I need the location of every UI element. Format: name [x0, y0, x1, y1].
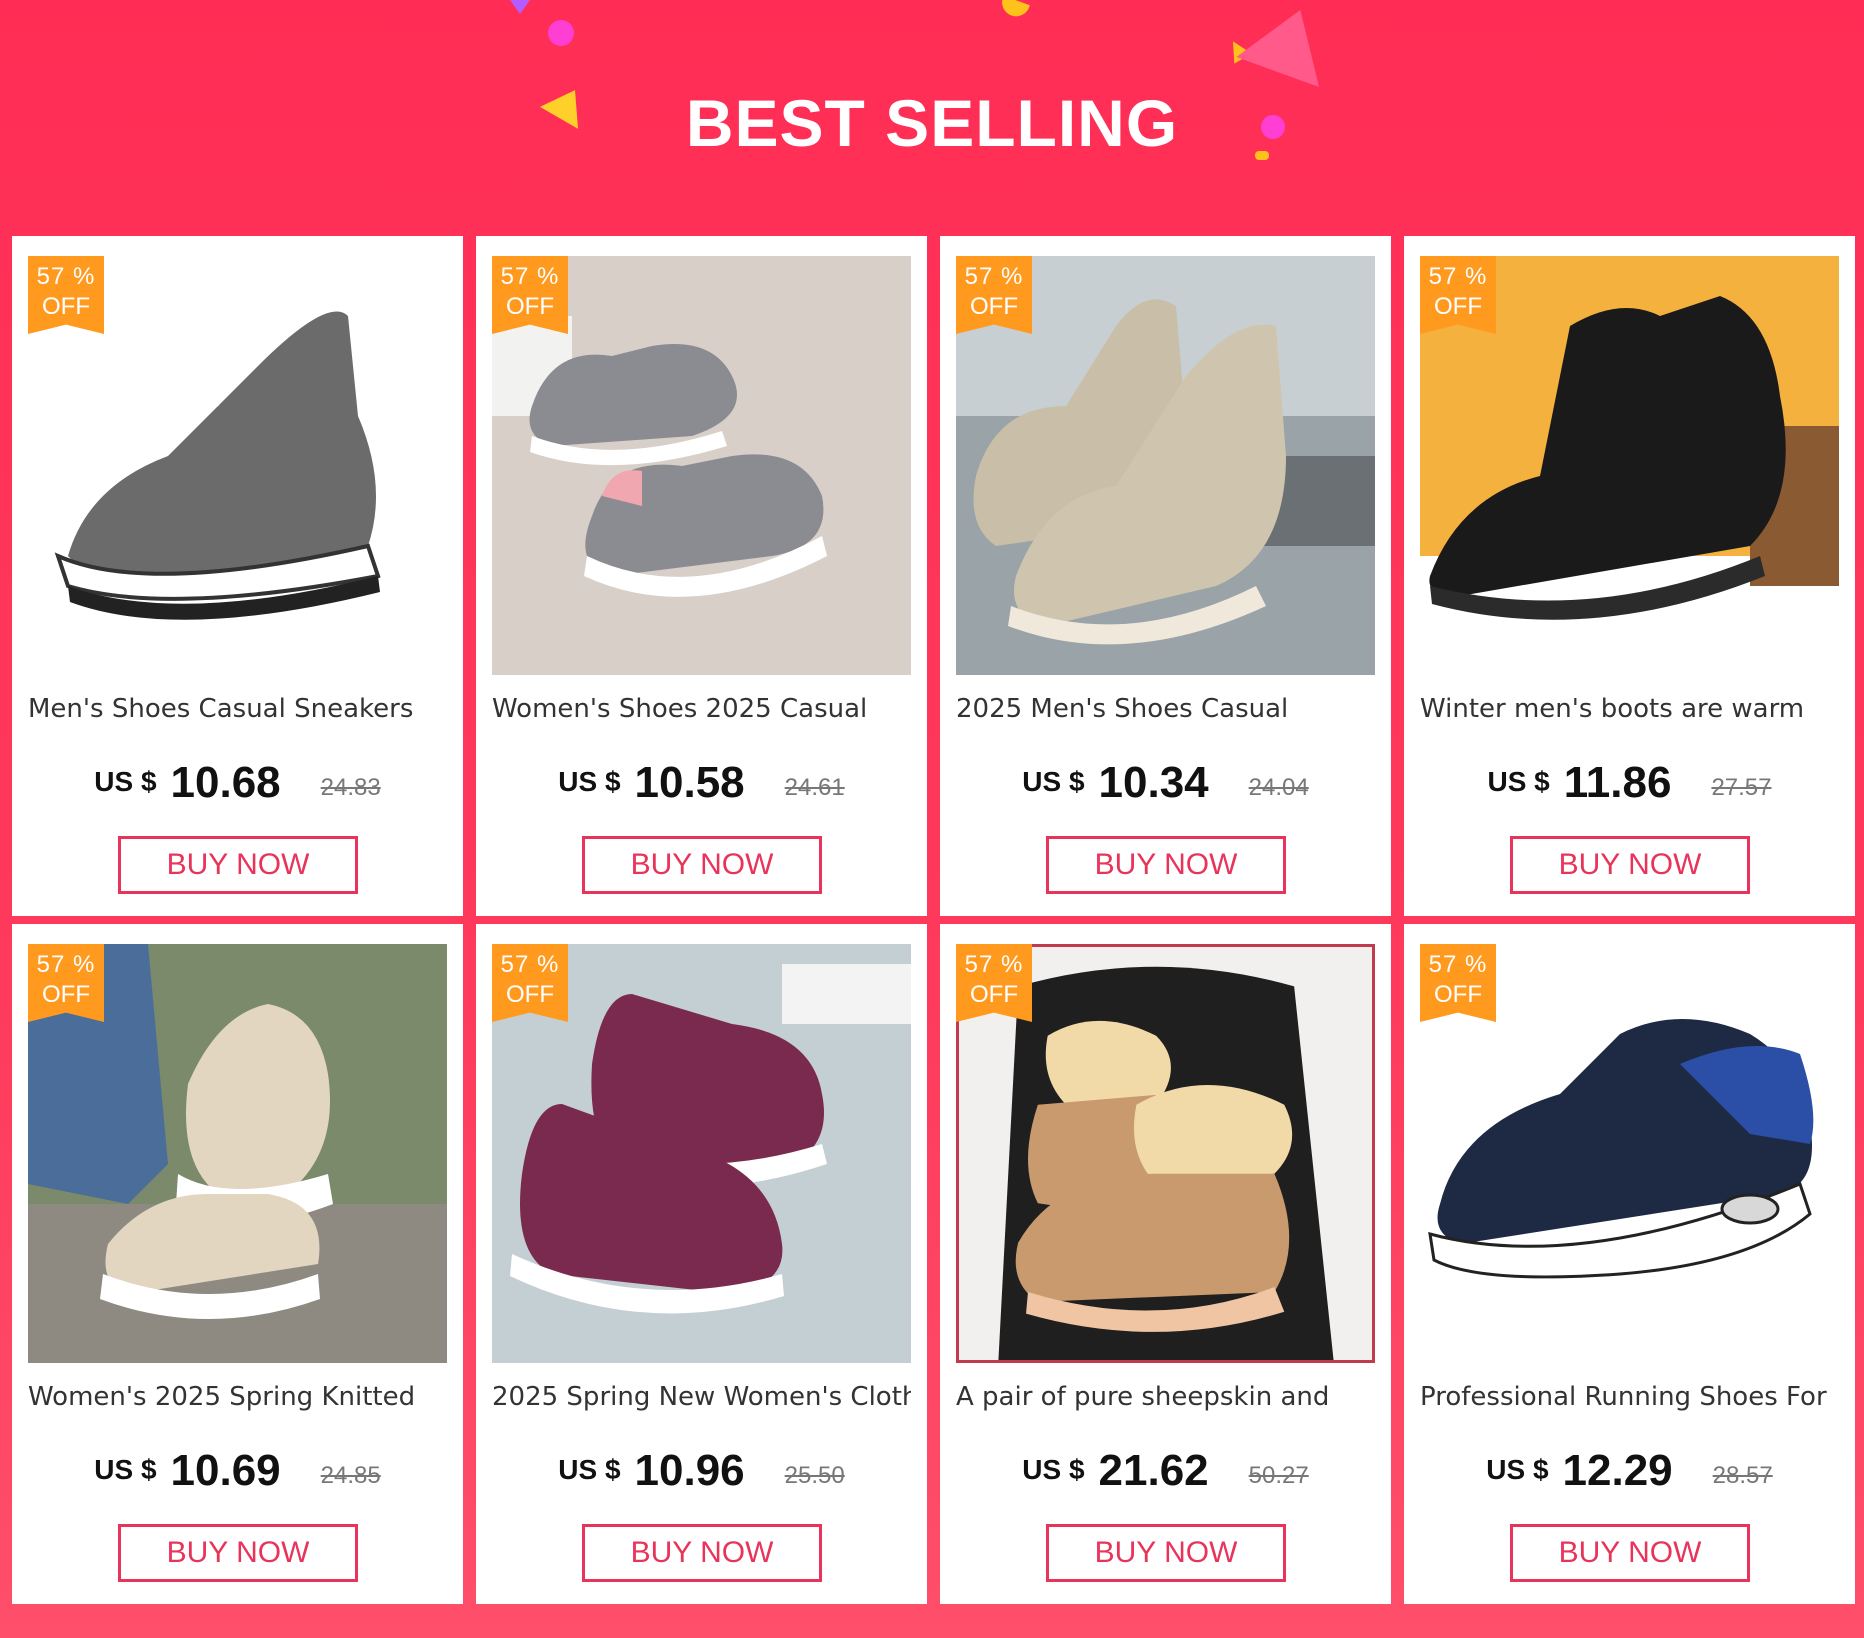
- page-title: BEST SELLING: [685, 86, 1179, 160]
- product-name[interactable]: Men's Shoes Casual Sneakers: [28, 694, 447, 724]
- currency-label: US $: [1022, 766, 1085, 797]
- original-price: 50.27: [1248, 1462, 1309, 1489]
- discount-badge: 57 % OFF: [492, 256, 568, 334]
- discount-badge: 57 % OFF: [492, 944, 568, 1022]
- original-price: 24.83: [320, 774, 381, 801]
- price-row: US $ 10.58 24.61: [476, 758, 927, 808]
- original-price: 27.57: [1711, 774, 1772, 801]
- currency-label: US $: [1486, 1454, 1549, 1485]
- product-card[interactable]: 57 % OFF Women's Shoes 2025 Casual US $ 1…: [476, 236, 927, 916]
- product-card[interactable]: 57 % OFF Men's Shoes Casual Sneakers US …: [12, 236, 463, 916]
- confetti-decoration: [548, 20, 574, 46]
- price-row: US $ 10.68 24.83: [12, 758, 463, 808]
- currency-label: US $: [94, 766, 157, 797]
- currency-label: US $: [1487, 766, 1550, 797]
- sale-price: 12.29: [1562, 1446, 1673, 1495]
- original-price: 25.50: [784, 1462, 845, 1489]
- discount-badge: 57 % OFF: [28, 944, 104, 1022]
- product-name[interactable]: A pair of pure sheepskin and: [956, 1382, 1375, 1412]
- confetti-decoration: [1236, 0, 1342, 88]
- currency-label: US $: [558, 1454, 621, 1485]
- product-card[interactable]: 57 % OFF 2025 Men's Shoes Casual US $ 10.…: [940, 236, 1391, 916]
- original-price: 24.04: [1248, 774, 1309, 801]
- product-card[interactable]: 57 % OFF Women's 2025 Spring Knitted US …: [12, 924, 463, 1604]
- banner-header: BEST SELLING: [0, 0, 1864, 236]
- product-grid: 57 % OFF Men's Shoes Casual Sneakers US …: [12, 236, 1855, 1604]
- price-row: US $ 21.62 50.27: [940, 1446, 1391, 1496]
- buy-now-button[interactable]: BUY NOW: [1510, 1524, 1750, 1582]
- product-card[interactable]: 57 % OFF Professional Running Shoes For …: [1404, 924, 1855, 1604]
- product-name[interactable]: 2025 Men's Shoes Casual: [956, 694, 1375, 724]
- sale-price: 11.86: [1563, 758, 1672, 807]
- currency-label: US $: [558, 766, 621, 797]
- discount-badge: 57 % OFF: [1420, 256, 1496, 334]
- discount-badge: 57 % OFF: [1420, 944, 1496, 1022]
- product-name[interactable]: Women's Shoes 2025 Casual: [492, 694, 911, 724]
- product-card[interactable]: 57 % OFF 2025 Spring New Women's Cloth U…: [476, 924, 927, 1604]
- currency-label: US $: [1022, 1454, 1085, 1485]
- original-price: 28.57: [1712, 1462, 1773, 1489]
- discount-badge: 57 % OFF: [956, 256, 1032, 334]
- sale-price: 10.69: [170, 1446, 281, 1495]
- discount-badge: 57 % OFF: [28, 256, 104, 334]
- confetti-decoration: [998, 0, 1030, 21]
- buy-now-button[interactable]: BUY NOW: [118, 836, 358, 894]
- original-price: 24.85: [320, 1462, 381, 1489]
- sale-price: 10.68: [170, 758, 281, 807]
- confetti-decoration: [510, 0, 530, 14]
- product-card[interactable]: 57 % OFF Winter men's boots are warm US …: [1404, 236, 1855, 916]
- buy-now-button[interactable]: BUY NOW: [1510, 836, 1750, 894]
- original-price: 24.61: [784, 774, 845, 801]
- product-card[interactable]: 57 % OFF A pair of pure sheepskin and US…: [940, 924, 1391, 1604]
- price-row: US $ 11.86 27.57: [1404, 758, 1855, 808]
- product-name[interactable]: Professional Running Shoes For: [1420, 1382, 1839, 1412]
- buy-now-button[interactable]: BUY NOW: [582, 1524, 822, 1582]
- buy-now-button[interactable]: BUY NOW: [1046, 1524, 1286, 1582]
- sale-price: 10.58: [634, 758, 745, 807]
- sale-price: 10.96: [634, 1446, 745, 1495]
- sale-price: 10.34: [1098, 758, 1209, 807]
- price-row: US $ 12.29 28.57: [1404, 1446, 1855, 1496]
- product-name[interactable]: Women's 2025 Spring Knitted: [28, 1382, 447, 1412]
- price-row: US $ 10.96 25.50: [476, 1446, 927, 1496]
- buy-now-button[interactable]: BUY NOW: [118, 1524, 358, 1582]
- discount-badge: 57 % OFF: [956, 944, 1032, 1022]
- sale-price: 21.62: [1098, 1446, 1209, 1495]
- currency-label: US $: [94, 1454, 157, 1485]
- buy-now-button[interactable]: BUY NOW: [1046, 836, 1286, 894]
- product-name[interactable]: Winter men's boots are warm: [1420, 694, 1839, 724]
- price-row: US $ 10.69 24.85: [12, 1446, 463, 1496]
- price-row: US $ 10.34 24.04: [940, 758, 1391, 808]
- buy-now-button[interactable]: BUY NOW: [582, 836, 822, 894]
- product-name[interactable]: 2025 Spring New Women's Cloth: [492, 1382, 911, 1412]
